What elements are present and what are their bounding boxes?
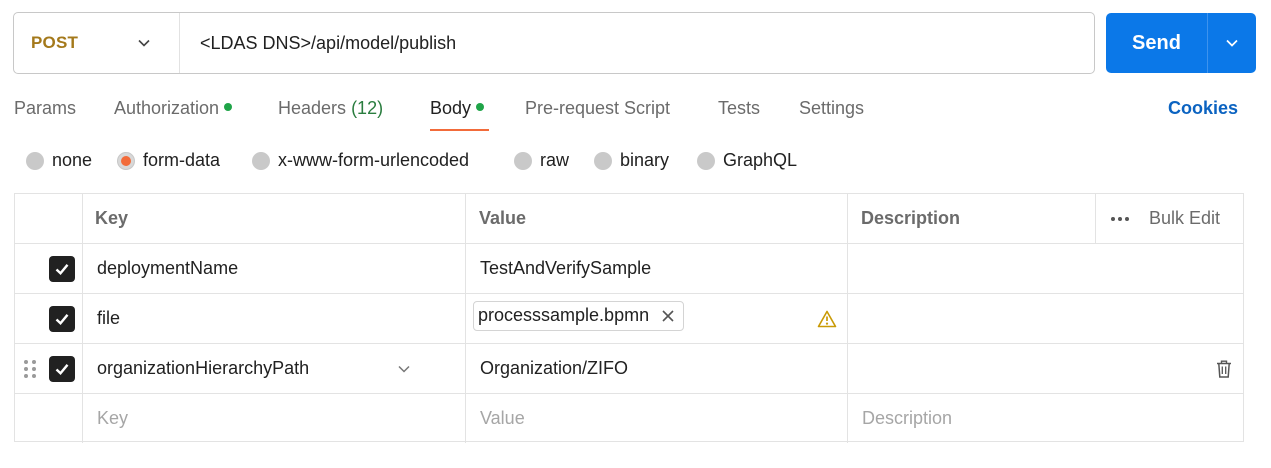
- table-row: deploymentName TestAndVerifySample: [15, 244, 1243, 294]
- radio-label: raw: [540, 150, 570, 170]
- tab-settings[interactable]: Settings: [799, 98, 864, 119]
- description-input[interactable]: Description: [862, 394, 952, 442]
- tab-label: Headers: [278, 98, 347, 118]
- headers-count-badge: (12): [351, 98, 384, 118]
- tab-label: Tests: [718, 98, 761, 118]
- send-button[interactable]: Send: [1106, 13, 1256, 73]
- radio-button-icon[interactable]: [697, 151, 715, 170]
- method-select[interactable]: POST: [14, 13, 180, 73]
- tab-label: Settings: [799, 98, 865, 118]
- radio-label: GraphQL: [723, 150, 798, 170]
- file-name: processsample.bpmn: [478, 305, 650, 325]
- file-chip: processsample.bpmn: [473, 300, 685, 331]
- tab-pre-request-script[interactable]: Pre-request Script: [525, 98, 670, 119]
- trash-icon[interactable]: [1215, 344, 1233, 393]
- key-input[interactable]: Key: [97, 394, 128, 442]
- warning-icon[interactable]: [817, 294, 837, 343]
- table-header-row: Key Value Description Bulk Edit: [15, 194, 1243, 244]
- chevron-down-icon: [398, 365, 410, 373]
- send-button-label[interactable]: Send: [1106, 13, 1208, 73]
- value-cell[interactable]: TestAndVerifySample: [480, 244, 651, 293]
- table-row: file processsample.bpmn: [15, 294, 1243, 344]
- checkbox-checked-icon[interactable]: [49, 355, 75, 382]
- checkbox-checked-icon[interactable]: [49, 255, 75, 282]
- value-cell[interactable]: Organization/ZIFO: [480, 344, 628, 393]
- column-header-key: Key: [95, 208, 129, 228]
- key-cell[interactable]: deploymentName: [97, 244, 238, 293]
- status-dot-icon: [224, 103, 233, 112]
- body-type-selector: none form-data x-www-form-urlencoded raw…: [0, 150, 1271, 176]
- radio-label: none: [52, 150, 93, 170]
- tab-authorization[interactable]: Authorization: [114, 98, 233, 119]
- tab-label: Authorization: [114, 98, 220, 118]
- remove-file-icon[interactable]: [661, 309, 675, 323]
- radio-button-icon[interactable]: [594, 151, 612, 170]
- drag-handle-icon[interactable]: [23, 344, 37, 393]
- radio-form-data[interactable]: form-data: [117, 150, 220, 171]
- send-options-button[interactable]: [1208, 13, 1256, 73]
- bulk-edit-button[interactable]: Bulk Edit: [1149, 194, 1220, 243]
- active-tab-indicator: [430, 129, 489, 131]
- radio-x-www-form-urlencoded[interactable]: x-www-form-urlencoded: [252, 150, 469, 171]
- cookies-link[interactable]: Cookies: [1168, 98, 1238, 119]
- radio-raw[interactable]: raw: [514, 150, 569, 171]
- form-data-table: Key Value Description Bulk Edit deployme…: [14, 193, 1244, 443]
- radio-label: x-www-form-urlencoded: [278, 150, 470, 170]
- key-cell[interactable]: file: [97, 294, 120, 343]
- key-cell[interactable]: organizationHierarchyPath: [97, 344, 309, 393]
- row-checkbox[interactable]: [49, 244, 75, 293]
- request-bar: POST <LDAS DNS>/api/model/publish: [13, 12, 1095, 74]
- table-row: organizationHierarchyPath Organization/Z…: [15, 344, 1243, 394]
- tab-label: Pre-request Script: [525, 98, 671, 118]
- radio-graphql[interactable]: GraphQL: [697, 150, 797, 171]
- radio-none[interactable]: none: [26, 150, 92, 171]
- tab-tests[interactable]: Tests: [718, 98, 760, 119]
- row-checkbox[interactable]: [49, 344, 75, 393]
- tab-body[interactable]: Body: [430, 98, 485, 119]
- url-input[interactable]: <LDAS DNS>/api/model/publish: [180, 33, 456, 54]
- tab-headers[interactable]: Headers (12): [278, 98, 383, 119]
- more-options-icon[interactable]: [1110, 194, 1130, 243]
- column-header-value: Value: [479, 208, 527, 228]
- radio-label: form-data: [143, 150, 221, 170]
- column-divider: [1095, 194, 1096, 243]
- radio-button-icon[interactable]: [252, 151, 270, 170]
- radio-label: binary: [620, 150, 670, 170]
- tab-label: Body: [430, 98, 472, 118]
- radio-button-selected-icon[interactable]: [117, 151, 135, 170]
- radio-button-icon[interactable]: [514, 151, 532, 170]
- new-row: Key Value Description: [15, 394, 1243, 442]
- request-tabs: Params Authorization Headers (12) Body P…: [0, 92, 1271, 132]
- chevron-down-icon: [1226, 39, 1238, 47]
- chevron-down-icon: [138, 39, 150, 47]
- tab-label: Params: [14, 98, 77, 118]
- value-cell[interactable]: processsample.bpmn: [473, 291, 685, 340]
- status-dot-icon: [476, 103, 485, 112]
- tab-params[interactable]: Params: [14, 98, 76, 119]
- radio-binary[interactable]: binary: [594, 150, 669, 171]
- checkbox-checked-icon[interactable]: [49, 305, 75, 332]
- column-header-description: Description: [861, 208, 961, 228]
- radio-button-icon[interactable]: [26, 151, 44, 170]
- value-input[interactable]: Value: [480, 394, 525, 442]
- row-checkbox[interactable]: [49, 294, 75, 343]
- key-type-dropdown[interactable]: [396, 344, 412, 393]
- method-label: POST: [31, 33, 79, 52]
